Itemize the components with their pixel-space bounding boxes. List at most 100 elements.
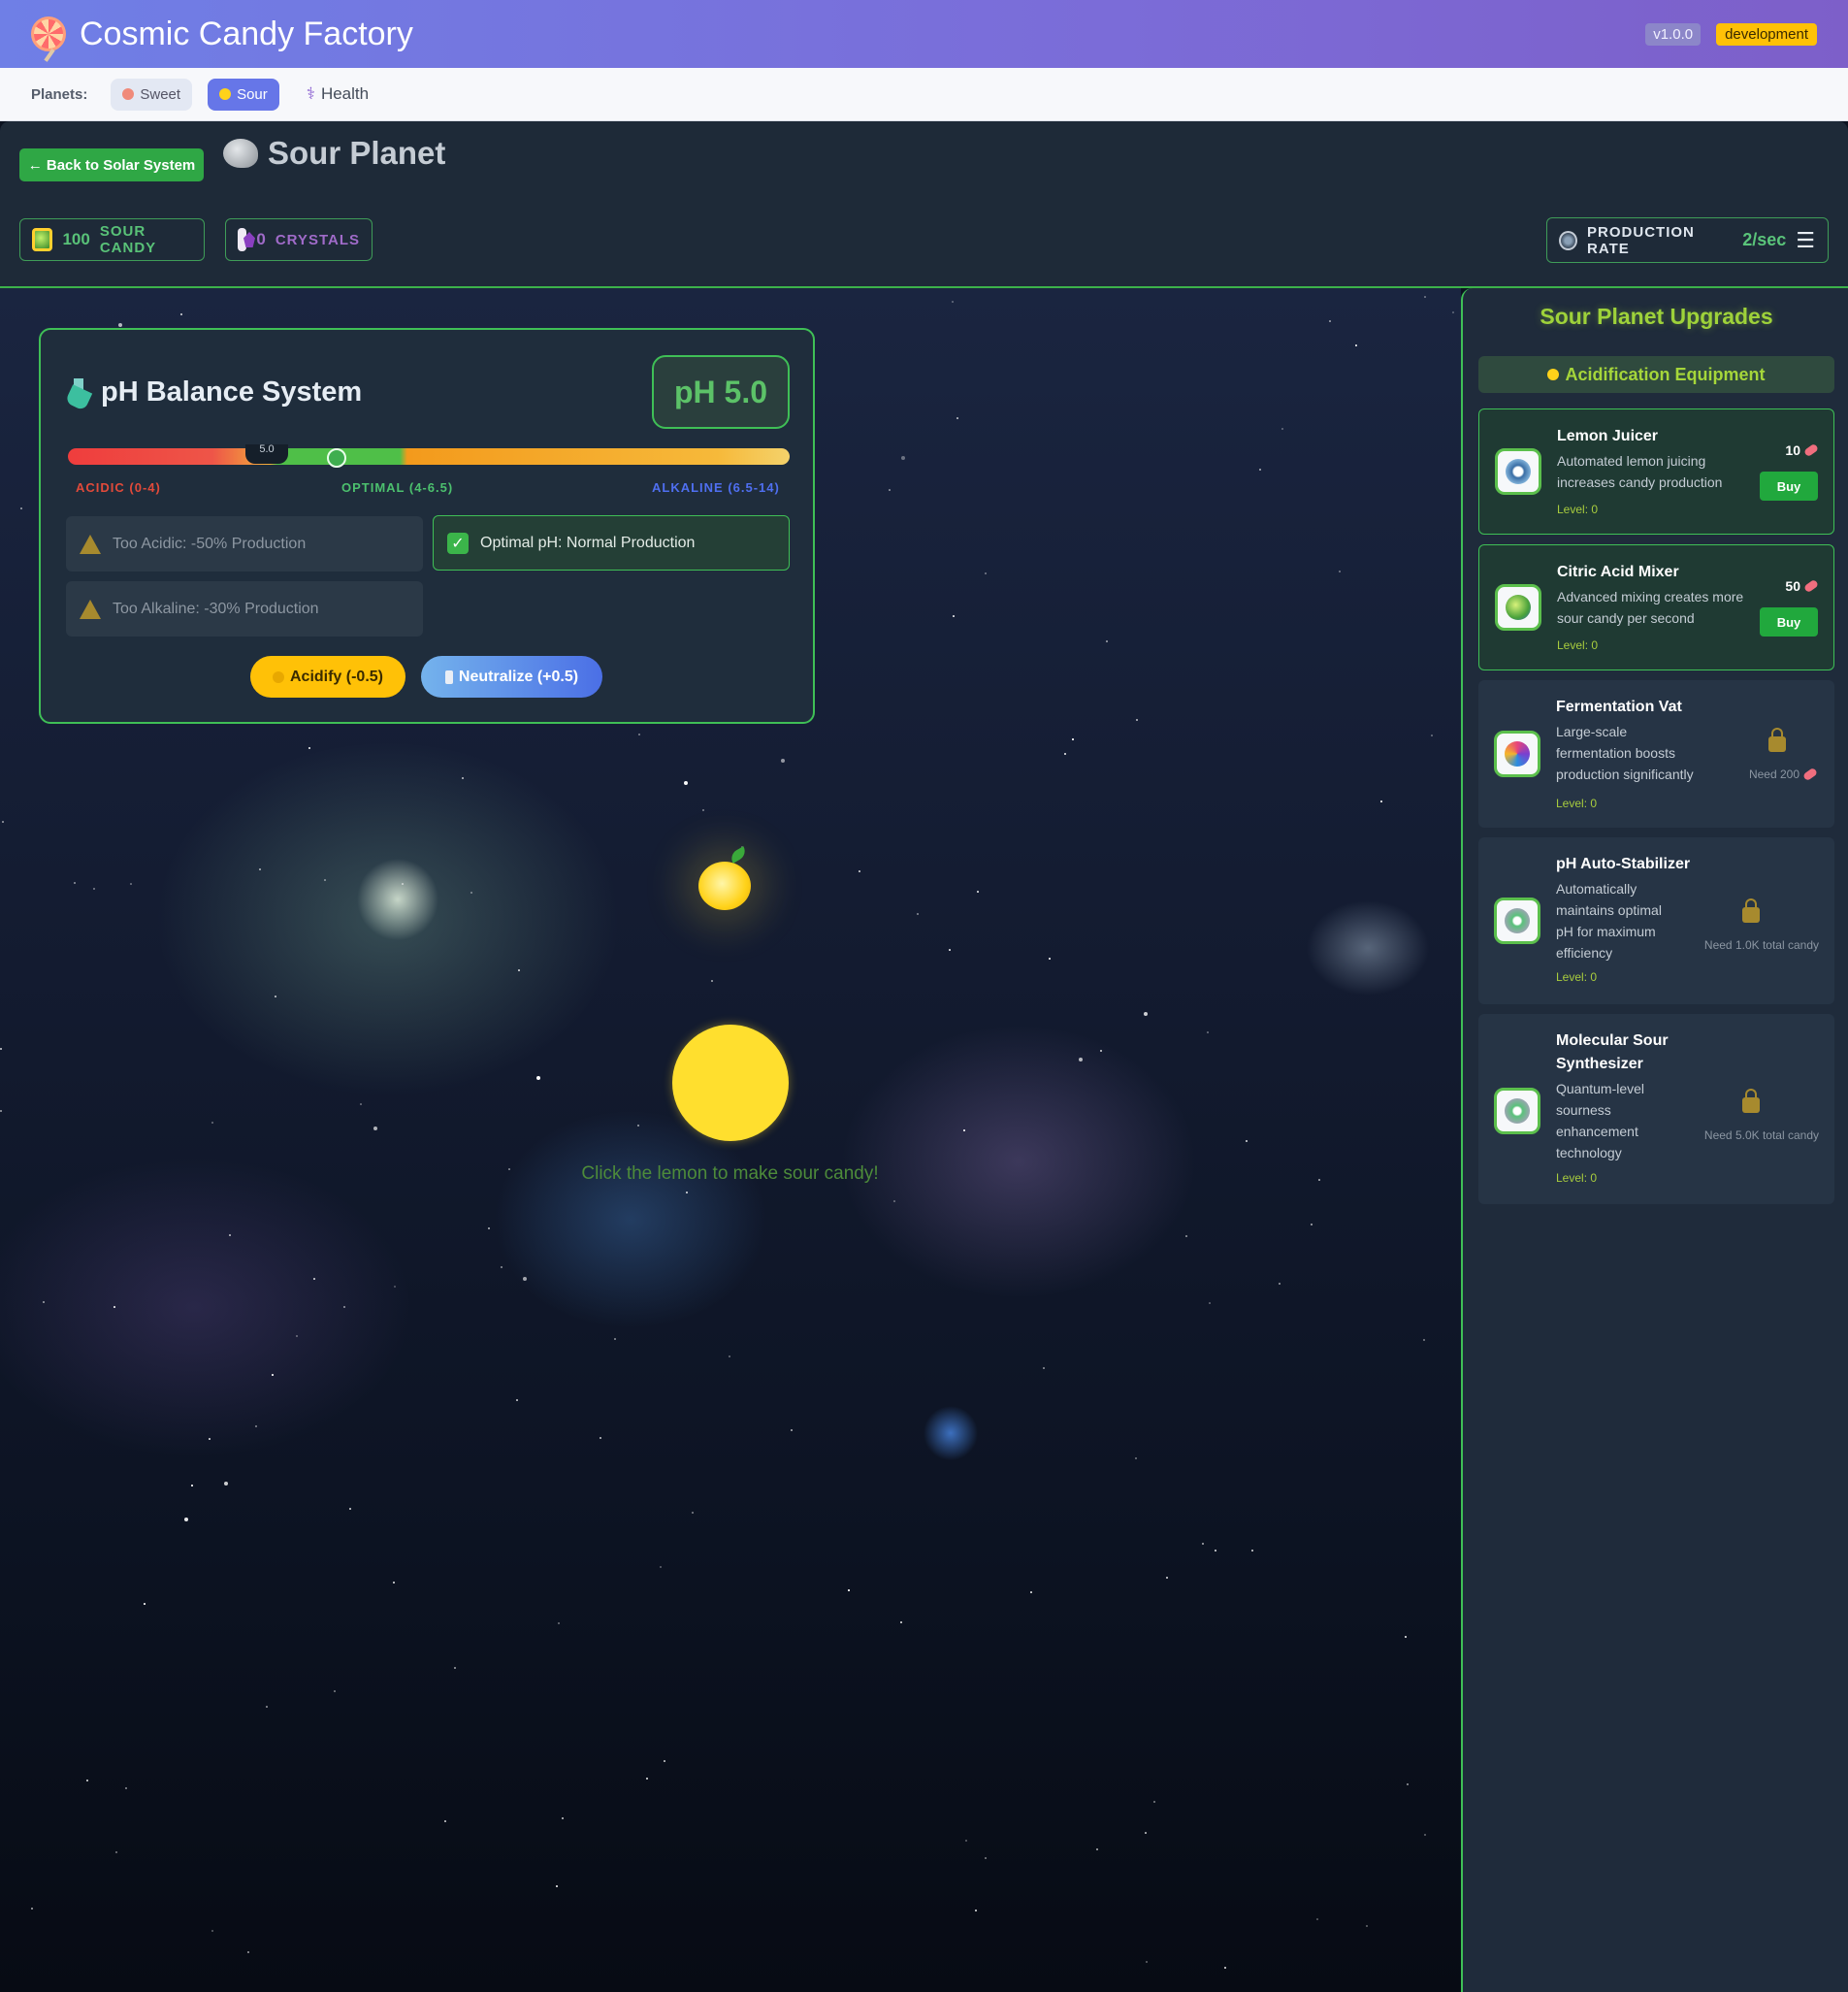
star <box>600 1437 601 1439</box>
star <box>462 777 464 779</box>
ph-title: pH Balance System <box>66 376 362 408</box>
star <box>848 1589 850 1591</box>
star <box>1043 1367 1045 1369</box>
upgrade-description: Automated lemon juicing increases candy … <box>1557 453 1723 490</box>
planet-nav: Planets: Sweet Sour ⚕ Health <box>0 68 1848 121</box>
star <box>501 1266 503 1268</box>
sour-candy-counter: 100 SOUR CANDY <box>19 218 205 261</box>
sparkle-icon <box>1494 898 1540 944</box>
upgrade-level: Level: 0 <box>1556 1171 1598 1185</box>
star <box>1030 1591 1032 1593</box>
star <box>1136 719 1138 721</box>
upgrade-level: Level: 0 <box>1557 503 1599 516</box>
star <box>893 1200 895 1202</box>
back-to-solar-system-button[interactable]: ← Back to Solar System <box>19 148 204 181</box>
star <box>952 301 954 303</box>
star <box>272 1374 274 1376</box>
planet-icon <box>223 139 258 168</box>
acidify-button[interactable]: Acidify (-0.5) <box>250 656 405 698</box>
star <box>275 996 276 997</box>
warning-icon <box>80 534 101 554</box>
star <box>692 1512 694 1514</box>
star <box>247 1951 249 1953</box>
crystals-value: 0 <box>256 230 266 248</box>
star <box>313 1278 315 1280</box>
star <box>664 1760 665 1762</box>
upgrades-title: Sour Planet Upgrades <box>1540 304 1773 329</box>
lollipop-icon <box>31 16 66 51</box>
planet-tab-sweet[interactable]: Sweet <box>111 78 193 111</box>
star <box>965 1840 967 1842</box>
production-rate: PRODUCTION RATE 2/sec ☰ <box>1546 217 1829 263</box>
star <box>977 891 979 893</box>
planet-tab-label: Health <box>320 84 370 103</box>
app-title-text: Cosmic Candy Factory <box>80 15 413 52</box>
upgrade-description: Quantum-level sourness enhancement techn… <box>1556 1081 1645 1160</box>
lemon-click-target[interactable] <box>672 1025 789 1141</box>
planets-label: Planets: <box>31 85 88 103</box>
star <box>859 870 860 872</box>
upgrade-requirement: Need 1.0K total candy <box>1704 938 1819 952</box>
upgrade-requirement-text: Need 200 <box>1748 767 1799 781</box>
status-too-alkaline: Too Alkaline: -30% Production <box>66 581 423 637</box>
star <box>393 1582 395 1584</box>
upgrade-level: Level: 0 <box>1556 797 1598 810</box>
star <box>1380 800 1382 802</box>
star <box>1316 1918 1318 1920</box>
star <box>349 1508 351 1510</box>
neutralize-button[interactable]: Neutralize (+0.5) <box>421 656 602 698</box>
star <box>1405 1636 1407 1638</box>
candy-icon <box>1802 578 1820 594</box>
sour-candy-label: SOUR CANDY <box>99 223 157 256</box>
star <box>1431 735 1433 736</box>
star <box>0 1110 2 1112</box>
upgrade-card-ph-auto-stabilizer: pH Auto-Stabilizer Automatically maintai… <box>1478 837 1834 1004</box>
star <box>1049 958 1051 960</box>
menu-icon[interactable]: ☰ <box>1796 228 1816 253</box>
ph-marker: 5.0 <box>245 444 288 464</box>
upgrade-cost: 50 <box>1785 578 1820 594</box>
star <box>402 883 404 885</box>
header-badges: v1.0.0 development <box>1645 22 1817 46</box>
upgrades-sidebar: Sour Planet Upgrades Acidification Equip… <box>1461 288 1848 1992</box>
star <box>454 1667 456 1669</box>
status-text: Too Alkaline: -30% Production <box>113 600 319 617</box>
star <box>889 489 891 491</box>
lollipop-icon <box>122 88 135 100</box>
app-header: Cosmic Candy Factory v1.0.0 development <box>0 0 1848 68</box>
crystal-icon <box>238 228 247 251</box>
star <box>360 1103 362 1105</box>
buy-button[interactable]: Buy <box>1760 472 1818 501</box>
star <box>115 1851 117 1853</box>
bottle-icon <box>444 669 453 684</box>
upgrade-name: pH Auto-Stabilizer <box>1556 856 1691 872</box>
star <box>394 1286 396 1288</box>
production-rate-value: 2/sec <box>1742 230 1787 249</box>
star <box>180 313 182 315</box>
star <box>373 1127 377 1130</box>
buy-button[interactable]: Buy <box>1760 607 1818 637</box>
upgrade-level: Level: 0 <box>1557 638 1599 652</box>
warning-icon <box>80 599 101 619</box>
star <box>266 1706 268 1708</box>
star <box>2 821 4 823</box>
upgrade-card-molecular-sour-synthesizer: Molecular Sour Synthesizer Quantum-level… <box>1478 1014 1834 1204</box>
upgrade-name: Lemon Juicer <box>1557 428 1659 444</box>
upgrade-description: Automatically maintains optimal pH for m… <box>1556 881 1662 961</box>
planet-tab-health[interactable]: ⚕ Health <box>295 77 380 112</box>
ph-optimal-label: OPTIMAL (4-6.5) <box>341 480 454 495</box>
ph-balance-panel: pH Balance System pH 5.0 5.0 ACIDIC (0-4… <box>39 328 815 724</box>
planet-tab-sour[interactable]: Sour <box>208 78 279 111</box>
star <box>637 1125 639 1127</box>
star <box>93 888 95 890</box>
star <box>296 1335 298 1337</box>
ph-acidic-label: ACIDIC (0-4) <box>76 480 161 495</box>
star <box>324 879 326 881</box>
star <box>729 1355 730 1357</box>
sparkle-icon <box>1494 1088 1540 1134</box>
star <box>470 892 472 894</box>
star <box>488 1227 490 1229</box>
upgrade-name: Fermentation Vat <box>1556 699 1682 715</box>
star <box>1135 1457 1137 1459</box>
app-title: Cosmic Candy Factory <box>31 16 413 53</box>
